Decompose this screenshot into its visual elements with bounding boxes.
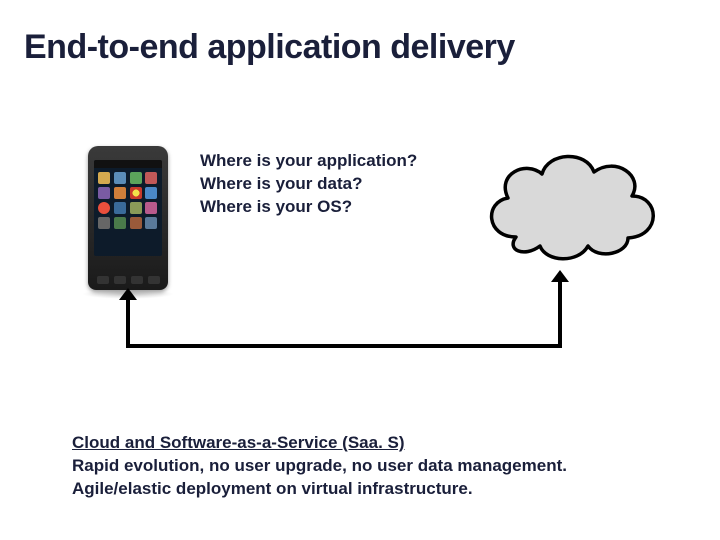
app-icon (145, 187, 157, 199)
app-icon (114, 172, 126, 184)
app-icon (98, 202, 110, 214)
question-application: Where is your application? (200, 150, 417, 173)
footer-block: Cloud and Software-as-a-Service (Saa. S)… (72, 432, 567, 501)
app-icon (114, 202, 126, 214)
app-icon (145, 217, 157, 229)
app-icon (130, 202, 142, 214)
footer-line-1: Rapid evolution, no user upgrade, no use… (72, 455, 567, 478)
connector-horizontal (128, 344, 560, 348)
app-icon (98, 187, 110, 199)
phone-body (88, 146, 168, 290)
app-icon (130, 187, 142, 199)
phone-app-grid (94, 168, 162, 233)
arrowhead-to-cloud (551, 270, 569, 282)
slide-title: End-to-end application delivery (24, 28, 515, 67)
app-icon (98, 217, 110, 229)
app-icon (130, 172, 142, 184)
app-icon (145, 202, 157, 214)
cloud-svg (476, 142, 666, 272)
cloud-icon (476, 142, 666, 277)
app-icon (145, 172, 157, 184)
phone-nav-btn (148, 276, 160, 284)
app-icon (98, 172, 110, 184)
question-data: Where is your data? (200, 173, 417, 196)
app-icon (114, 187, 126, 199)
connector-vertical-left (126, 297, 130, 348)
phone-statusbar (94, 160, 162, 168)
smartphone-icon (88, 146, 168, 296)
phone-nav-buttons (94, 274, 162, 286)
phone-nav-btn (131, 276, 143, 284)
question-block: Where is your application? Where is your… (200, 150, 417, 219)
phone-nav-btn (114, 276, 126, 284)
phone-nav-btn (97, 276, 109, 284)
footer-line-2: Agile/elastic deployment on virtual infr… (72, 478, 567, 501)
question-os: Where is your OS? (200, 196, 417, 219)
footer-heading: Cloud and Software-as-a-Service (Saa. S) (72, 432, 567, 455)
phone-screen (94, 160, 162, 256)
app-icon (130, 217, 142, 229)
app-icon (114, 217, 126, 229)
connector-vertical-right (558, 280, 562, 348)
arrowhead-to-phone (119, 288, 137, 300)
